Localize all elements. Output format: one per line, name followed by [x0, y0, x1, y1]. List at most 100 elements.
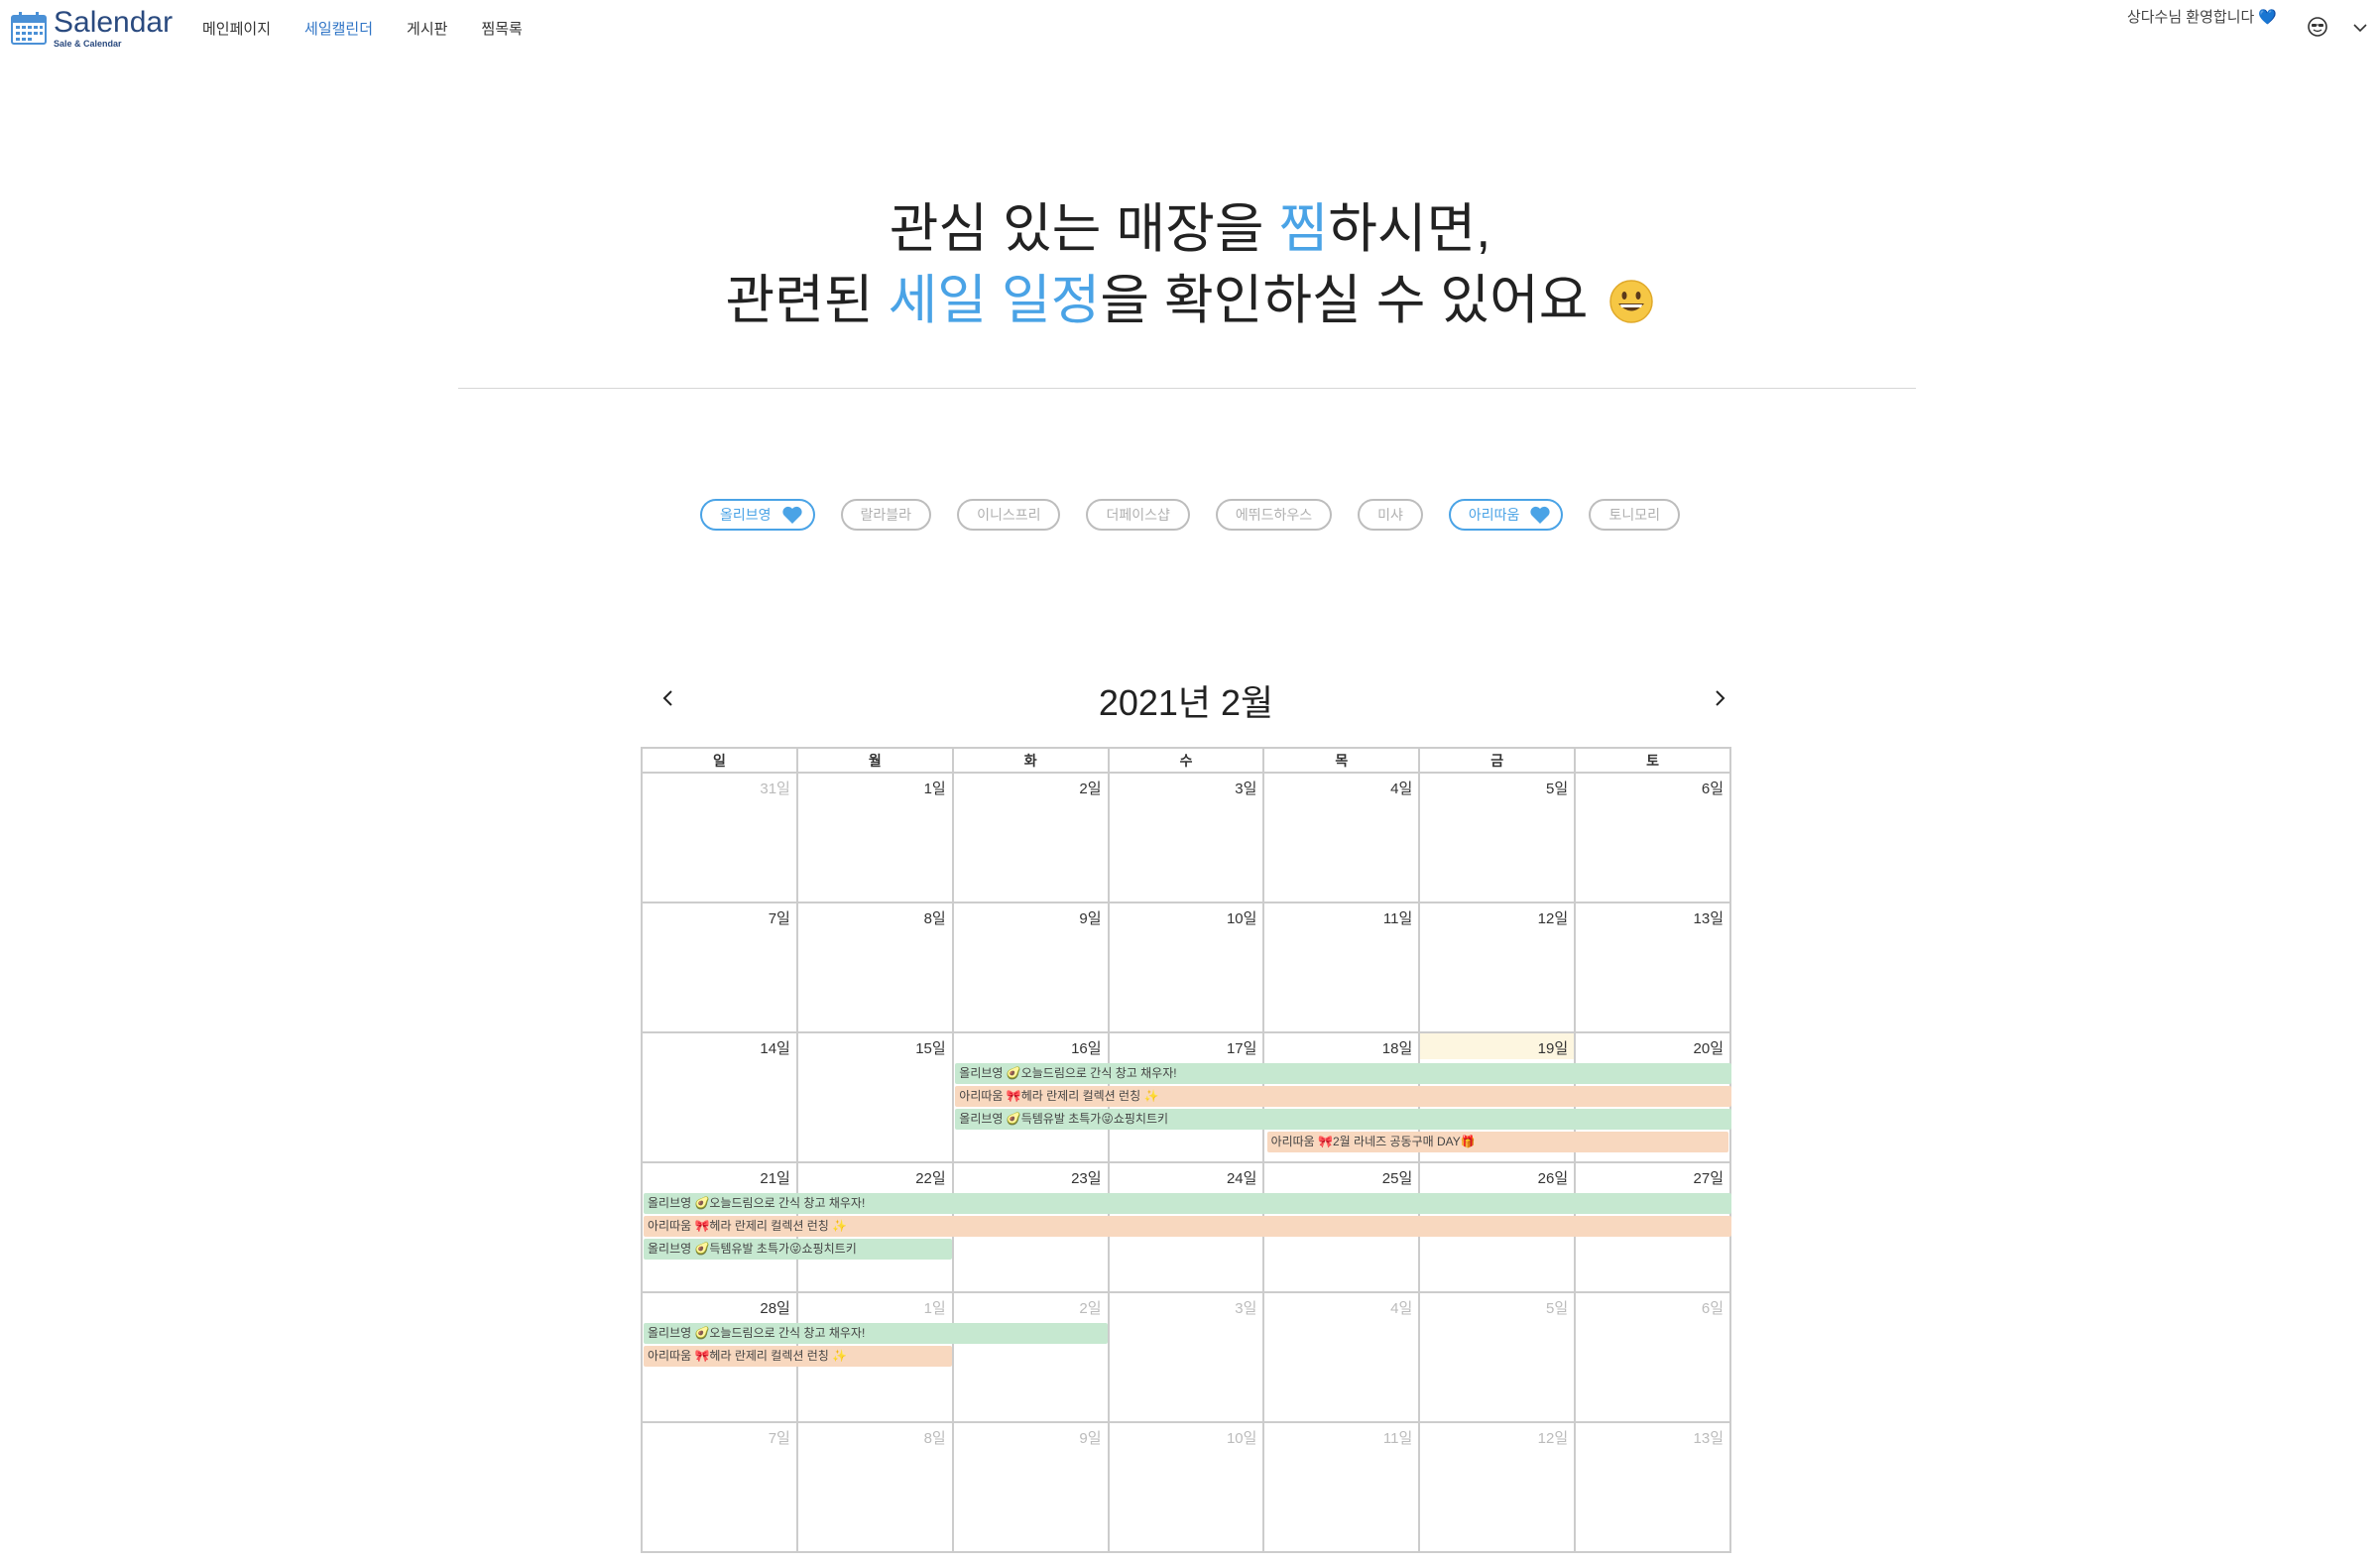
day-number: 12일 — [1537, 910, 1569, 927]
calendar-week-row: 28일 1일 2일 3일 4일 5일 6일 올리브영 🥑오늘드림으로 간식 창고 채우자! 아리… — [641, 1293, 1732, 1423]
store-chip[interactable]: 더페이스샵 — [1086, 499, 1190, 531]
day-number: 27일 — [1693, 1170, 1725, 1187]
blue-heart-icon — [1530, 506, 1551, 524]
day-number: 7일 — [768, 1430, 790, 1447]
weekday-label: 월 — [797, 749, 954, 774]
hero-text: 을 확인하실 수 있어요 — [1100, 271, 1589, 330]
day-number: 17일 — [1226, 1040, 1257, 1057]
store-chip-label: 이니스프리 — [977, 507, 1041, 523]
day-number: 3일 — [1235, 781, 1257, 797]
day-number: 22일 — [915, 1170, 946, 1187]
day-number: 2일 — [1079, 781, 1102, 797]
day-number: 13일 — [1693, 1430, 1725, 1447]
store-chip[interactable]: 미샤 — [1358, 499, 1423, 531]
top-nav: Salendar Sale & Calendar 메인페이지 세일캘린더 게시판… — [0, 0, 2380, 56]
logo[interactable]: Salendar Sale & Calendar — [10, 6, 173, 50]
store-chip-label: 더페이스샵 — [1106, 507, 1170, 523]
day-number: 3일 — [1235, 1300, 1257, 1317]
sale-event-bar[interactable]: 아리따움 🎀헤라 란제리 컬렉션 런칭 ✨ — [644, 1216, 1731, 1237]
store-chip[interactable]: 아리따움 — [1448, 499, 1564, 531]
day-number: 26일 — [1537, 1170, 1569, 1187]
hero-text: 하시면, — [1328, 199, 1491, 259]
blue-heart-icon: 💙 — [2258, 9, 2277, 26]
weekday-label: 수 — [1109, 749, 1265, 774]
weekday-label: 금 — [1420, 749, 1577, 774]
logo-title: Salendar — [54, 6, 174, 39]
sale-event-bar[interactable]: 올리브영 🥑득템유발 초특가😜쇼핑치트키 — [955, 1109, 1731, 1130]
sale-event-bar[interactable]: 올리브영 🥑오늘드림으로 간식 창고 채우자! — [644, 1193, 1731, 1214]
weekday-label: 화 — [953, 749, 1110, 774]
sale-event-bar[interactable]: 아리따움 🎀헤라 란제리 컬렉션 런칭 ✨ — [644, 1346, 953, 1367]
day-number: 9일 — [1079, 910, 1102, 927]
menu-sale-calendar[interactable]: 세일캘린더 — [304, 18, 373, 39]
main-menu: 메인페이지 세일캘린더 게시판 찜목록 — [202, 18, 556, 39]
day-number: 15일 — [915, 1040, 946, 1057]
calendar-title: 2021년 2월 — [1098, 682, 1274, 723]
blue-heart-icon — [781, 506, 802, 524]
menu-board[interactable]: 게시판 — [407, 18, 447, 39]
calendar-week-row: 21일 22일 23일 24일 25일 26일 27일 올리브영 🥑오늘드림으로 간식 창고 … — [641, 1163, 1732, 1293]
calendar-grid: 일월화수목금토 31일 1일 2일 3일 4일 5일 6일 7일 8일 9일 10일 11일 12일 13… — [641, 747, 1732, 1553]
store-chip[interactable]: 토니모리 — [1589, 499, 1680, 531]
week-events: 올리브영 🥑오늘드림으로 간식 창고 채우자! 아리따움 🎀헤라 란제리 컬렉션 … — [643, 1063, 1731, 1162]
day-number: 5일 — [1546, 1300, 1569, 1317]
day-number: 2일 — [1079, 1300, 1102, 1317]
weekday-header: 일월화수목금토 — [641, 747, 1732, 774]
logo-subtitle: Sale & Calendar — [54, 39, 122, 49]
day-number: 18일 — [1381, 1040, 1413, 1057]
hero: 관심 있는 매장을 찜하시면, 관련된 세일 일정을 확인하실 수 있어요 — [0, 193, 2380, 336]
store-chip[interactable]: 올리브영 — [700, 499, 815, 531]
grinning-face-icon — [1609, 280, 1654, 323]
week-events — [643, 933, 1731, 1032]
calendar-week-row: 14일 15일 16일 17일 18일 19일 20일 올리브영 🥑오늘드림으로 간식 창고 … — [641, 1033, 1732, 1163]
day-number: 16일 — [1071, 1040, 1102, 1057]
day-number: 12일 — [1537, 1430, 1569, 1447]
store-filter-chips: 올리브영 랄라블라 이니스프리 더페이스샵 에뛰드하우스 미샤 아리따움 토니모리 — [0, 499, 2380, 531]
calendar-week-row: 31일 1일 2일 3일 4일 5일 6일 — [641, 774, 1732, 903]
next-month-icon[interactable] — [1708, 686, 1731, 710]
menu-main-page[interactable]: 메인페이지 — [202, 18, 271, 39]
calendar-week-row: 7일 8일 9일 10일 11일 12일 13일 — [641, 1423, 1732, 1553]
calendar-logo-icon — [11, 12, 47, 45]
weekday-label: 목 — [1264, 749, 1421, 774]
day-number: 8일 — [923, 910, 946, 927]
sale-event-bar[interactable]: 올리브영 🥑오늘드림으로 간식 창고 채우자! — [955, 1063, 1731, 1084]
day-number: 4일 — [1390, 1300, 1413, 1317]
store-chip-label: 미샤 — [1377, 507, 1403, 523]
hero-text: 관심 있는 매장을 — [889, 199, 1279, 259]
sale-event-bar[interactable]: 올리브영 🥑득템유발 초특가😜쇼핑치트키 — [644, 1239, 953, 1260]
day-number: 31일 — [760, 781, 790, 797]
user-avatar-icon[interactable] — [2307, 16, 2328, 38]
day-number: 11일 — [1382, 1430, 1413, 1447]
store-chip[interactable]: 이니스프리 — [957, 499, 1061, 531]
calendar-header: 2021년 2월 — [641, 670, 1731, 726]
menu-wishlist[interactable]: 찜목록 — [481, 18, 522, 39]
chevron-down-icon[interactable] — [2350, 18, 2370, 38]
day-number: 9일 — [1079, 1430, 1102, 1447]
day-number: 10일 — [1226, 1430, 1257, 1447]
day-number: 1일 — [923, 1300, 946, 1317]
welcome-message: 상다수님 환영합니다 💙 — [2127, 6, 2277, 27]
week-events — [643, 803, 1731, 903]
day-number: 28일 — [760, 1300, 790, 1317]
hero-highlight: 세일 일정 — [888, 271, 1101, 330]
hero-line-2: 관련된 세일 일정을 확인하실 수 있어요 — [0, 265, 2380, 336]
day-number: 24일 — [1226, 1170, 1257, 1187]
hero-divider — [458, 388, 1916, 389]
hero-text: 관련된 — [725, 271, 889, 330]
day-number: 1일 — [923, 781, 946, 797]
sale-event-bar[interactable]: 아리따움 🎀2월 라네즈 공동구매 DAY🎁 — [1266, 1132, 1728, 1152]
week-events: 올리브영 🥑오늘드림으로 간식 창고 채우자! 아리따움 🎀헤라 란제리 컬렉션 … — [643, 1323, 1731, 1422]
store-chip[interactable]: 에뛰드하우스 — [1215, 499, 1333, 531]
day-number: 4일 — [1390, 781, 1413, 797]
day-number: 8일 — [923, 1430, 946, 1447]
sale-event-bar[interactable]: 아리따움 🎀헤라 란제리 컬렉션 런칭 ✨ — [955, 1086, 1731, 1107]
week-events — [643, 1453, 1731, 1552]
hero-highlight: 찜 — [1278, 199, 1329, 259]
day-number: 10일 — [1226, 910, 1257, 927]
store-chip-label: 랄라블라 — [860, 507, 912, 523]
day-number: 13일 — [1693, 910, 1725, 927]
store-chip-label: 에뛰드하우스 — [1235, 507, 1313, 523]
sale-event-bar[interactable]: 올리브영 🥑오늘드림으로 간식 창고 채우자! — [644, 1323, 1109, 1344]
store-chip[interactable]: 랄라블라 — [840, 499, 932, 531]
